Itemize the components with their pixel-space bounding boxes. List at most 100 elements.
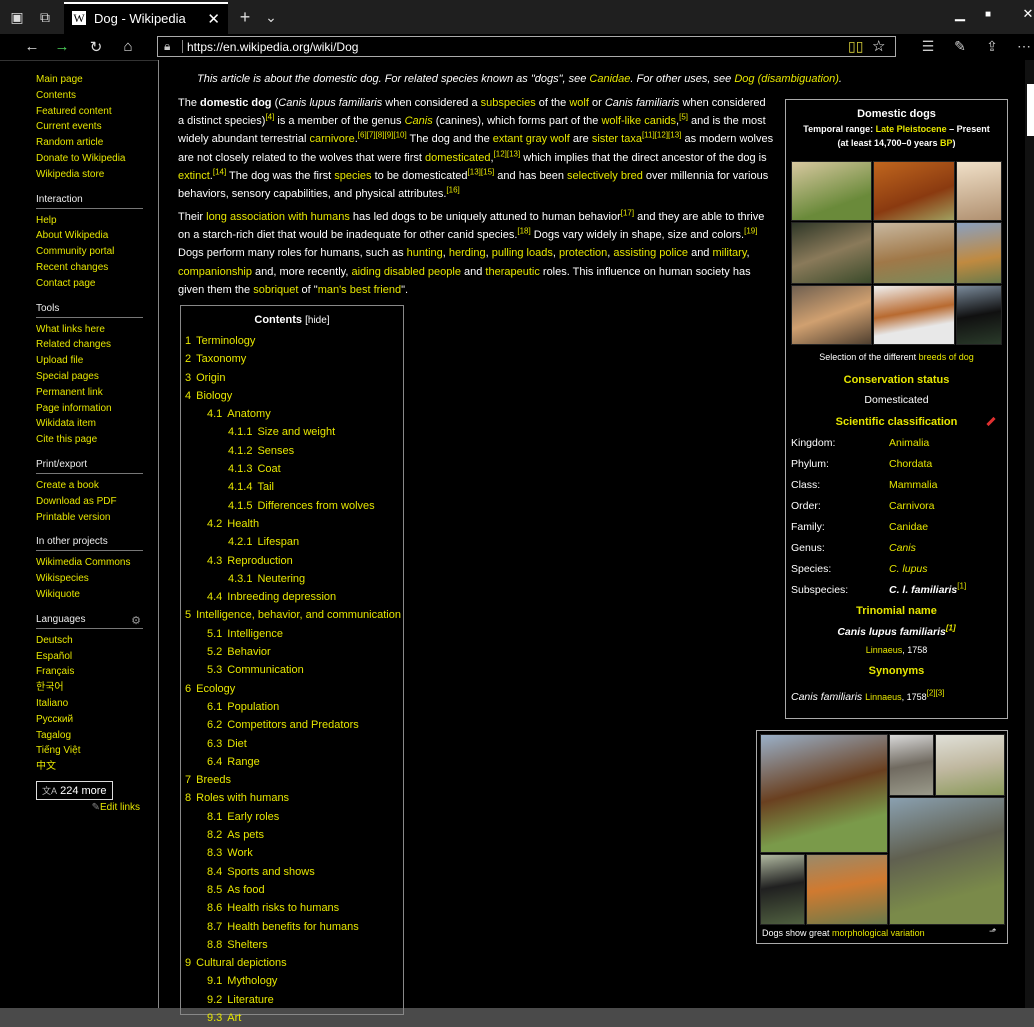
toc-item[interactable]: 8.7 Health benefits for humans bbox=[181, 918, 403, 936]
classification-value-link[interactable]: C. l. familiaris bbox=[889, 584, 957, 596]
toc-item[interactable]: 5 Intelligence, behavior, and communicati… bbox=[181, 606, 403, 624]
language-link[interactable]: Italiano bbox=[36, 696, 146, 712]
sidebar-link[interactable]: Special pages bbox=[36, 369, 146, 385]
toc-item[interactable]: 9.2 Literature bbox=[181, 991, 403, 1009]
dog-photo[interactable] bbox=[935, 734, 1005, 796]
sidebar-link[interactable]: Wikispecies bbox=[36, 571, 146, 587]
hatnote-link-disambiguation[interactable]: Dog (disambiguation) bbox=[734, 73, 839, 85]
bp-link[interactable]: BP bbox=[940, 138, 953, 148]
toc-hide-toggle[interactable]: [hide] bbox=[305, 315, 329, 326]
sidebar-link[interactable]: Contact page bbox=[36, 276, 146, 292]
back-icon[interactable]: ← bbox=[22, 38, 42, 55]
toc-item[interactable]: 8.5 As food bbox=[181, 881, 403, 899]
toc-item[interactable]: 4.1.5 Differences from wolves bbox=[181, 497, 403, 515]
toc-item[interactable]: 4.2.1 Lifespan bbox=[181, 533, 403, 551]
toc-item[interactable]: 4.3.1 Neutering bbox=[181, 570, 403, 588]
sidebar-link[interactable]: Create a book bbox=[36, 478, 146, 494]
sidebar-link[interactable]: Donate to Wikipedia bbox=[36, 151, 146, 167]
dog-photo[interactable] bbox=[760, 734, 888, 853]
dog-photo[interactable] bbox=[791, 161, 872, 221]
language-link[interactable]: 中文 bbox=[36, 759, 146, 775]
classification-value-link[interactable]: Canidae bbox=[889, 521, 928, 533]
sidebar-link[interactable]: Upload file bbox=[36, 353, 146, 369]
sidebar-link[interactable]: What links here bbox=[36, 322, 146, 338]
toc-item[interactable]: 8.8 Shelters bbox=[181, 936, 403, 954]
toc-item[interactable]: 8.6 Health risks to humans bbox=[181, 899, 403, 917]
morphological-variation-link[interactable]: morphological variation bbox=[832, 928, 925, 938]
forward-icon[interactable]: → bbox=[52, 38, 72, 55]
tab-preview-icon[interactable]: ⧉ bbox=[36, 8, 54, 26]
classification-value-link[interactable]: Carnivora bbox=[889, 500, 935, 512]
language-link[interactable]: 한국어 bbox=[36, 680, 146, 696]
toc-item[interactable]: 8.1 Early roles bbox=[181, 808, 403, 826]
toc-item[interactable]: 8 Roles with humans bbox=[181, 789, 403, 807]
toc-item[interactable]: 5.1 Intelligence bbox=[181, 625, 403, 643]
reading-view-icon[interactable]: ▯▯ bbox=[848, 38, 863, 55]
home-icon[interactable]: ⌂ bbox=[118, 38, 138, 55]
more-icon[interactable]: ⋯ bbox=[1014, 38, 1034, 55]
refresh-icon[interactable]: ↻ bbox=[86, 38, 106, 56]
tab-set-aside-icon[interactable]: ▣ bbox=[8, 8, 26, 26]
classification-value-link[interactable]: Mammalia bbox=[889, 479, 937, 491]
toc-item[interactable]: 6.4 Range bbox=[181, 753, 403, 771]
synonym-linnaeus-link[interactable]: Linnaeus bbox=[865, 692, 902, 702]
hatnote-link-canidae[interactable]: Canidae bbox=[589, 73, 630, 85]
toc-item[interactable]: 4.1 Anatomy bbox=[181, 405, 403, 423]
enlarge-icon[interactable]: ⬏ bbox=[989, 926, 997, 937]
new-tab-icon[interactable]: + bbox=[236, 8, 254, 26]
ref-link[interactable]: [1] bbox=[957, 582, 966, 591]
more-languages-button[interactable]: 文A 224 more bbox=[36, 780, 113, 800]
lock-icon[interactable]: 🔒︎ bbox=[164, 39, 170, 54]
dog-photo[interactable] bbox=[873, 222, 955, 284]
toc-item[interactable]: 4.1.2 Senses bbox=[181, 442, 403, 460]
dog-photo[interactable] bbox=[760, 854, 805, 925]
toc-item[interactable]: 2 Taxonomy bbox=[181, 350, 403, 368]
edit-links-link[interactable]: ✎Edit links bbox=[36, 802, 140, 813]
toc-item[interactable]: 5.2 Behavior bbox=[181, 643, 403, 661]
language-link[interactable]: Tagalog bbox=[36, 728, 146, 744]
sidebar-link[interactable]: Main page bbox=[36, 72, 146, 88]
address-bar[interactable]: 🔒︎ https://en.wikipedia.org/wiki/Dog ▯▯ … bbox=[157, 36, 896, 57]
toc-item[interactable]: 4.3 Reproduction bbox=[181, 552, 403, 570]
synonym-refs[interactable]: [2][3] bbox=[927, 689, 945, 698]
scientific-classification-heading[interactable]: Scientific classification bbox=[786, 416, 1007, 428]
maximize-icon[interactable]: ■ bbox=[976, 9, 1000, 20]
sidebar-link[interactable]: Wikidata item bbox=[36, 416, 146, 432]
sidebar-link[interactable]: Random article bbox=[36, 135, 146, 151]
close-window-icon[interactable]: ✕ bbox=[1016, 6, 1034, 22]
classification-value-link[interactable]: Canis bbox=[889, 542, 916, 554]
sidebar-link[interactable]: Cite this page bbox=[36, 432, 146, 448]
toc-item[interactable]: 8.4 Sports and shows bbox=[181, 863, 403, 881]
language-link[interactable]: Русский bbox=[36, 712, 146, 728]
sidebar-link[interactable]: Related changes bbox=[36, 337, 146, 353]
pen-icon[interactable]: ✎ bbox=[950, 38, 970, 55]
scrollbar-thumb[interactable] bbox=[1027, 84, 1034, 136]
conservation-status-heading[interactable]: Conservation status bbox=[786, 374, 1007, 386]
toc-item[interactable]: 5.3 Communication bbox=[181, 661, 403, 679]
toc-item[interactable]: 4.2 Health bbox=[181, 515, 403, 533]
language-link[interactable]: Español bbox=[36, 649, 146, 665]
toc-item[interactable]: 9 Cultural depictions bbox=[181, 954, 403, 972]
sidebar-link[interactable]: Current events bbox=[36, 119, 146, 135]
dog-photo[interactable] bbox=[956, 161, 1002, 221]
dog-photo[interactable] bbox=[791, 285, 872, 345]
sidebar-link[interactable]: Help bbox=[36, 213, 146, 229]
sidebar-link[interactable]: Page information bbox=[36, 401, 146, 417]
breeds-of-dog-link[interactable]: breeds of dog bbox=[919, 352, 974, 362]
sidebar-link[interactable]: Permanent link bbox=[36, 385, 146, 401]
toc-item[interactable]: 4.1.1 Size and weight bbox=[181, 423, 403, 441]
favorites-bar-icon[interactable]: ☰ bbox=[918, 38, 938, 55]
sidebar-link[interactable]: Printable version bbox=[36, 510, 146, 526]
dog-photo[interactable] bbox=[873, 285, 955, 345]
classification-value-link[interactable]: C. lupus bbox=[889, 563, 928, 575]
toc-item[interactable]: 4.4 Inbreeding depression bbox=[181, 588, 403, 606]
classification-value-link[interactable]: Chordata bbox=[889, 458, 932, 470]
page-scrollbar[interactable] bbox=[1025, 60, 1034, 1008]
toc-item[interactable]: 4.1.4 Tail bbox=[181, 478, 403, 496]
dog-photo[interactable] bbox=[956, 285, 1002, 345]
toc-item[interactable]: 9.1 Mythology bbox=[181, 972, 403, 990]
toc-item[interactable]: 6.1 Population bbox=[181, 698, 403, 716]
dog-photo[interactable] bbox=[889, 797, 1005, 925]
late-pleistocene-link[interactable]: Late Pleistocene bbox=[876, 124, 947, 134]
dog-breeds-gallery[interactable] bbox=[791, 161, 1002, 345]
